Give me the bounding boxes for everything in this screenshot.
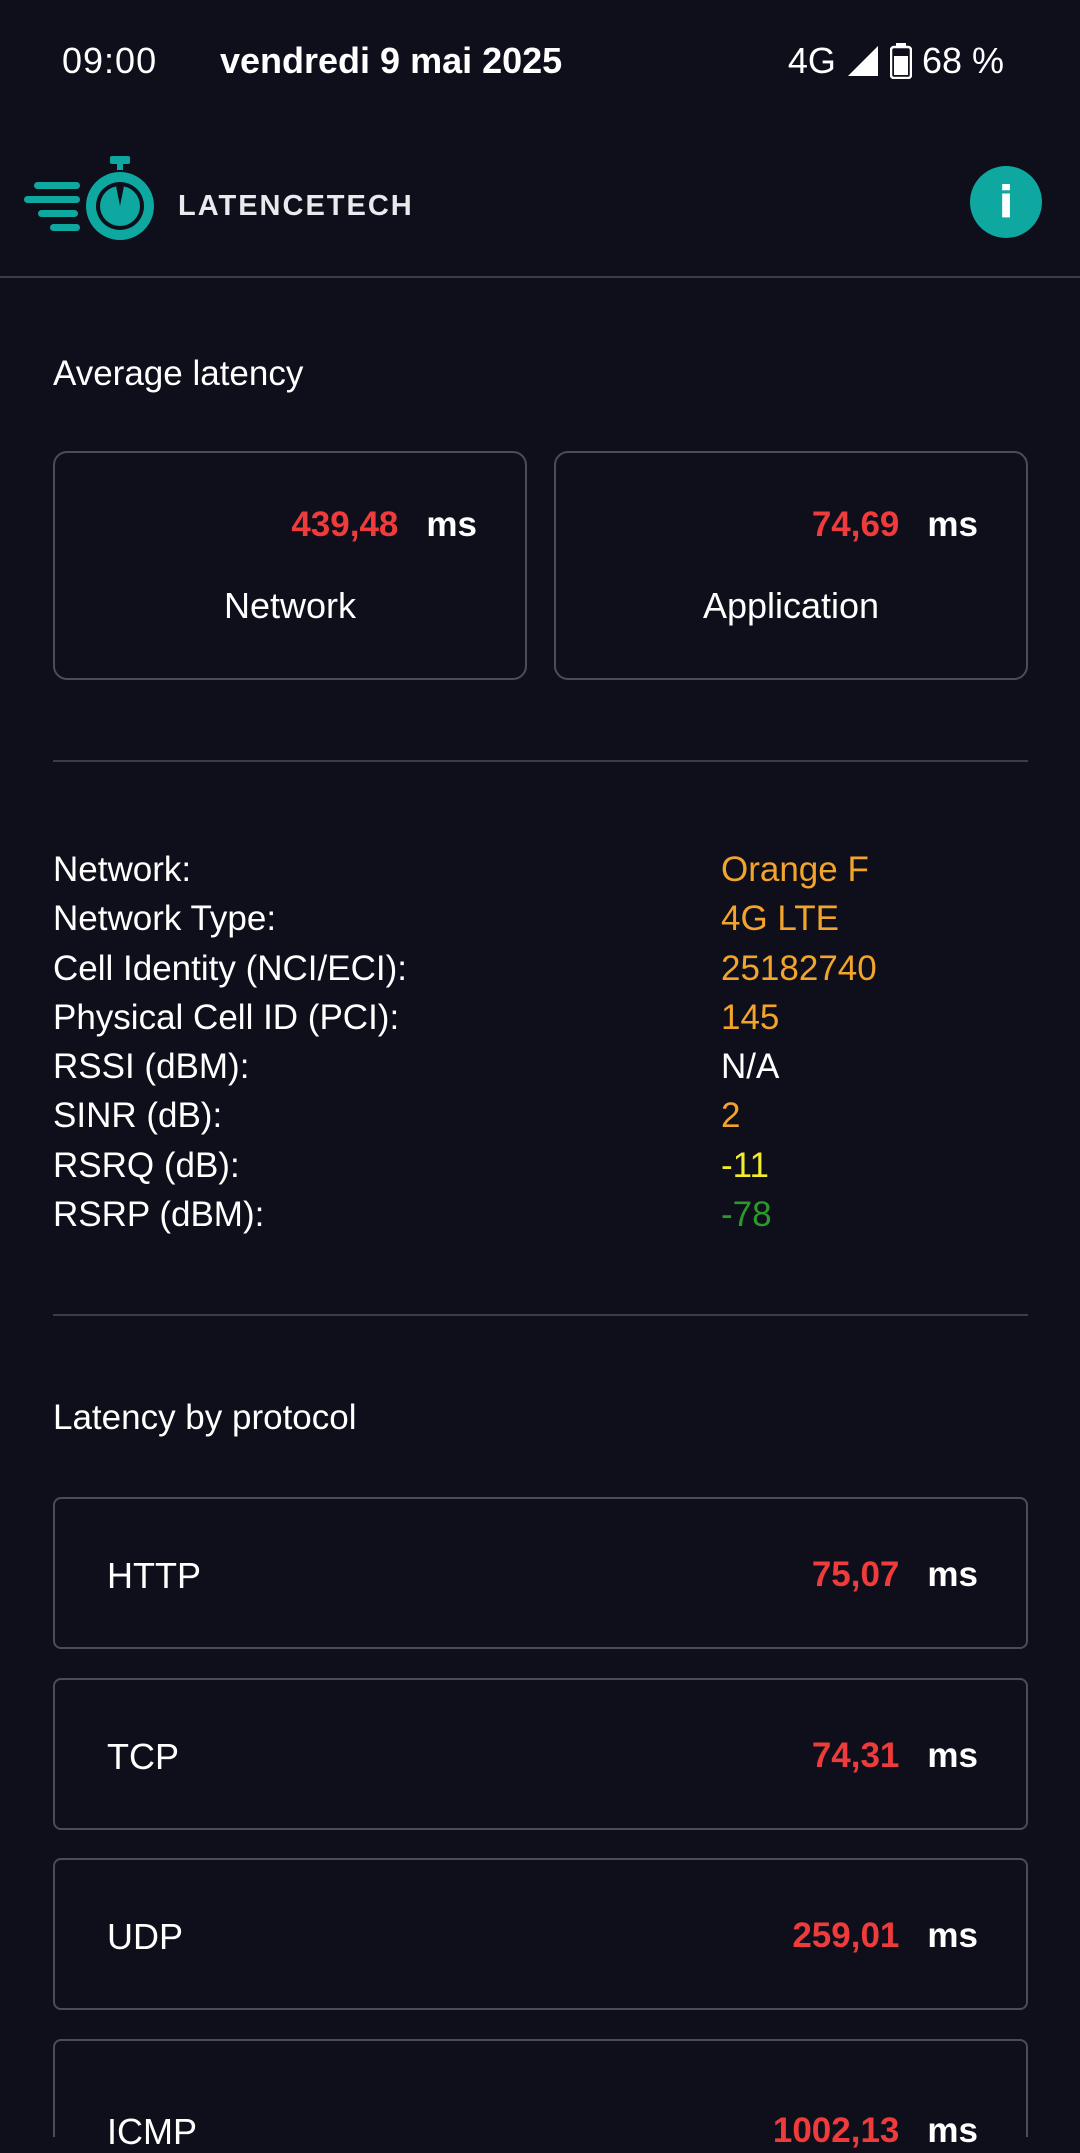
application-latency-unit: ms [927,505,978,544]
info-label: RSSI (dBM): [53,1047,250,1087]
protocol-latency-value: 75,07 [811,1555,900,1594]
protocol-name: ICMP [107,2111,197,2152]
network-info-list: Network: Orange F Network Type: 4G LTE C… [53,845,1028,1239]
info-row-rssi: RSSI (dBM): N/A [53,1042,1028,1091]
stopwatch-logo-icon [24,156,154,240]
info-value: N/A [721,1047,780,1087]
info-value: -78 [721,1195,772,1235]
network-type-label: 4G [787,40,836,81]
info-value: Orange F [721,850,869,889]
application-latency-value: 74,69 [811,505,900,544]
info-label: SINR (dB): [53,1096,223,1136]
application-latency-card: 74,69 ms Application [554,451,1028,680]
protocol-card-http: HTTP 75,07 ms [53,1497,1028,1649]
info-label: Physical Cell ID (PCI): [53,997,400,1037]
brand-name: LATENCETECH [178,190,414,222]
info-button[interactable]: i [970,166,1042,238]
divider [53,760,1028,762]
info-row-rsrp: RSRP (dBM): -78 [53,1190,1028,1239]
average-latency-title: Average latency [53,354,304,393]
info-label: Network Type: [53,899,277,939]
protocol-latency-unit: ms [927,2111,978,2150]
info-row-pci: Physical Cell ID (PCI): 145 [53,993,1028,1042]
protocol-name: TCP [107,1736,179,1777]
info-row-cell-identity: Cell Identity (NCI/ECI): 25182740 [53,944,1028,993]
network-latency-value: 439,48 [291,505,399,544]
battery-icon [889,43,912,79]
info-icon: i [998,176,1014,228]
info-row-network: Network: Orange F [53,845,1028,894]
info-row-rsrq: RSRQ (dB): -11 [53,1141,1028,1190]
status-indicators: 4G 68 % [788,40,1004,82]
info-value: -11 [721,1145,769,1185]
protocol-name: HTTP [107,1555,201,1596]
info-row-network-type: Network Type: 4G LTE [53,894,1028,943]
battery-percentage: 68 % [921,40,1004,81]
app-header: LATENCETECH i [0,128,1080,278]
status-time: 09:00 [62,40,158,81]
protocol-latency-unit: ms [927,1736,978,1775]
network-latency-card: 439,48 ms Network [53,451,527,680]
network-latency-unit: ms [426,505,477,544]
info-value: 2 [721,1096,741,1136]
protocol-latency-unit: ms [927,1916,978,1955]
protocol-name: UDP [107,1916,184,1957]
info-label: RSRQ (dB): [53,1145,240,1185]
info-label: Cell Identity (NCI/ECI): [53,948,407,988]
info-value: 145 [721,997,780,1037]
status-date: vendredi 9 mai 2025 [220,40,563,81]
signal-icon [847,46,878,76]
status-bar: 09:00 vendredi 9 mai 2025 4G 68 % [0,0,1080,128]
info-label: RSRP (dBM): [53,1195,265,1235]
info-row-sinr: SINR (dB): 2 [53,1091,1028,1140]
divider [53,1314,1028,1316]
protocol-card-icmp: ICMP 1002,13 ms [53,2039,1028,2152]
protocol-latency-value: 74,31 [811,1736,900,1775]
latency-by-protocol-title: Latency by protocol [53,1398,357,1437]
protocol-latency-value: 259,01 [792,1916,900,1955]
protocol-latency-value: 1002,13 [772,2111,900,2150]
info-value: 4G LTE [721,899,840,939]
info-value: 25182740 [721,948,877,988]
info-label: Network: [53,850,192,889]
protocol-card-tcp: TCP 74,31 ms [53,1678,1028,1830]
protocol-latency-unit: ms [927,1555,978,1594]
application-latency-label: Application [702,585,880,626]
protocol-card-udp: UDP 259,01 ms [53,1858,1028,2010]
network-latency-label: Network [223,585,357,626]
